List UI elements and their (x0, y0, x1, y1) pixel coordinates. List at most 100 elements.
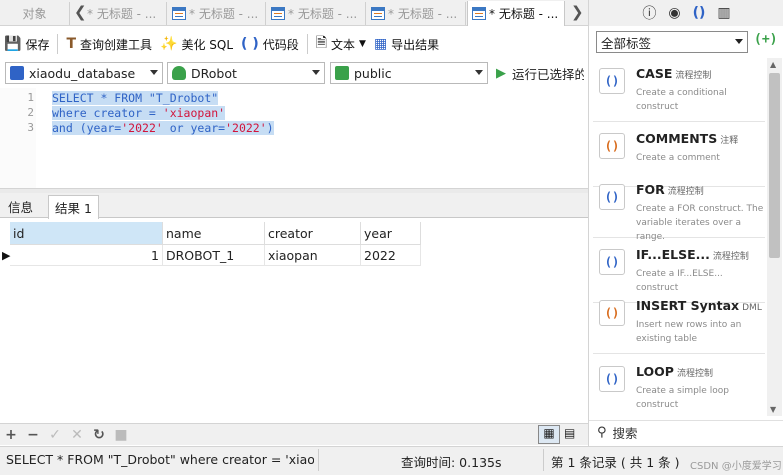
eye-icon[interactable]: ◉ (668, 5, 680, 21)
query-builder-label: 查询创建工具 (80, 37, 153, 52)
snippet-description: Create a FOR construct. The variable ite… (636, 204, 764, 242)
snippet-tag: 流程控制 (676, 369, 713, 379)
scrollbar-thumb[interactable] (769, 73, 780, 258)
export-icon: ▦ (373, 36, 388, 52)
snippet-case[interactable]: () CASE 流程控制 Create a conditional constru… (593, 58, 765, 122)
code-snippet-button[interactable]: ( ) 代码段 (237, 32, 303, 56)
snippet-insert-syntax[interactable]: () INSERT Syntax DML Insert new rows into… (593, 290, 765, 354)
snippet-search[interactable]: ⚲ 搜索 (589, 420, 783, 444)
status-sql: SELECT * FROM "T_Drobot" where creator =… (6, 452, 314, 467)
snippet-title: LOOP (636, 364, 674, 379)
snippet-tag: 流程控制 (675, 71, 712, 81)
snippet-loop[interactable]: () LOOP 流程控制 Create a simple loop constru… (593, 356, 765, 416)
header-label: year (364, 225, 392, 241)
chevron-down-icon (150, 70, 158, 75)
code-snippet-icon[interactable]: () (693, 5, 706, 21)
snippet-for[interactable]: () FOR 流程控制 Create a FOR construct. The v… (593, 174, 765, 242)
code-text: SELECT * FROM "T_Drobot" (52, 91, 219, 105)
tab-label: * 无标题 - ... (489, 7, 559, 21)
tab-objects-label: 对象 (22, 7, 47, 21)
export-label: 导出结果 (391, 37, 440, 52)
tab-scroll-left-icon[interactable]: ❮ (74, 3, 87, 21)
add-row-icon[interactable]: + (0, 427, 22, 443)
tab-result-1[interactable]: 结果 1 (48, 195, 99, 219)
schema-select[interactable]: public (330, 62, 488, 84)
tab-label: * 无标题 - ... (388, 7, 458, 21)
save-button[interactable]: 💾 保存 (0, 32, 53, 56)
cell-year[interactable]: 2022 (361, 245, 421, 266)
text-label: 文本 (331, 37, 356, 52)
column-header-id[interactable]: id (10, 222, 163, 245)
query-table-icon (371, 7, 385, 20)
connection-select[interactable]: xiaodu_database (5, 62, 163, 84)
delete-row-icon[interactable]: − (22, 427, 44, 443)
tab-query-4[interactable]: * 无标题 - ... (367, 2, 466, 25)
save-icon: 💾 (4, 36, 22, 52)
cell-creator[interactable]: xiaopan (265, 245, 361, 266)
save-label: 保存 (25, 37, 50, 52)
query-table-icon (271, 7, 285, 20)
tag-filter-select[interactable]: 全部标签 (596, 31, 748, 53)
search-icon: ⚲ (597, 425, 607, 440)
sql-editor[interactable]: 1 2 3 SELECT * FROM "T_Drobot" where cre… (0, 88, 588, 188)
database-select[interactable]: DRobot (167, 62, 325, 84)
tab-objects[interactable]: 对象 (0, 2, 70, 25)
toolbar: 💾 保存 T 查询创建工具 ✨ 美化 SQL ( ) 代码段 🗎 文本 ▼ ▦ 导出结果 (0, 30, 588, 58)
magic-wand-icon: ✨ (160, 36, 178, 52)
tab-scroll-right-icon[interactable]: ❯ (571, 3, 584, 21)
tab-query-1[interactable]: * 无标题 - ... (87, 2, 167, 25)
line-number: 1 (27, 91, 34, 104)
beautify-label: 美化 SQL (181, 37, 234, 52)
cell-id[interactable]: 1 (10, 245, 163, 266)
snippet-title: INSERT Syntax (636, 298, 740, 313)
grid-view-icon[interactable]: ▦ (538, 425, 560, 444)
snippet-title: CASE (636, 66, 673, 81)
scroll-up-icon[interactable]: ▲ (770, 60, 776, 69)
tab-info-label: 信息 (8, 200, 34, 215)
query-builder-button[interactable]: T 查询创建工具 (62, 32, 156, 56)
discard-icon[interactable]: ✕ (66, 427, 88, 443)
apply-icon[interactable]: ✓ (44, 427, 66, 443)
info-icon[interactable]: ⓘ (642, 3, 656, 23)
form-view-icon[interactable]: ▤ (564, 426, 575, 440)
scroll-down-icon[interactable]: ▼ (770, 405, 776, 414)
snippet-icon: () (599, 366, 625, 392)
query-table-icon (172, 7, 186, 20)
snippet-list: () CASE 流程控制 Create a conditional constru… (593, 58, 765, 416)
code-snippet-label: 代码段 (262, 37, 299, 52)
document-icon: 🗎 (315, 35, 327, 51)
snippet-tag: 流程控制 (667, 187, 704, 197)
column-header-year[interactable]: year (361, 222, 421, 245)
export-results-button[interactable]: ▦ 导出结果 (370, 32, 443, 56)
grid-toolbar: + − ✓ ✕ ↻ ■ ▦ ▤ (0, 423, 588, 445)
snippet-icon: () (599, 184, 625, 210)
chevron-down-icon (312, 70, 320, 75)
header-label: creator (268, 225, 313, 241)
snippet-tag: 流程控制 (712, 252, 749, 262)
watermark: CSDN @小度爱学习 (690, 461, 782, 472)
text-dropdown-button[interactable]: 🗎 文本 ▼ (312, 32, 370, 56)
snippet-description: Create a comment (636, 153, 720, 163)
beautify-sql-button[interactable]: ✨ 美化 SQL (156, 32, 237, 56)
header-label: id (13, 225, 25, 241)
tab-query-3[interactable]: * 无标题 - ... (267, 2, 366, 25)
connection-icon (10, 66, 24, 80)
cell-value: DROBOT_1 (166, 247, 235, 263)
tab-query-5-active[interactable]: * 无标题 - ... (467, 1, 565, 26)
code-string: '2022' (225, 121, 267, 135)
header-label: name (166, 225, 202, 241)
new-snippet-button[interactable]: (+) (754, 32, 777, 52)
refresh-icon[interactable]: ↻ (88, 427, 110, 443)
run-selected-button[interactable]: ▶ 运行已选择的 (496, 62, 584, 84)
snippet-panel: ⓘ ◉ () ▥ 全部标签 (+) () CASE 流程控制 Create a c… (588, 0, 783, 446)
code-text: ) (266, 121, 274, 135)
tab-info[interactable]: 信息 (2, 195, 39, 218)
cell-name[interactable]: DROBOT_1 (163, 245, 265, 266)
column-header-name[interactable]: name (163, 222, 265, 245)
snippet-icon: () (599, 68, 625, 94)
column-header-creator[interactable]: creator (265, 222, 361, 245)
layout-icon[interactable]: ▥ (717, 5, 730, 21)
tab-query-2[interactable]: * 无标题 - ... (168, 2, 266, 25)
stop-icon[interactable]: ■ (110, 427, 132, 443)
code-text: where creator = (52, 106, 163, 120)
